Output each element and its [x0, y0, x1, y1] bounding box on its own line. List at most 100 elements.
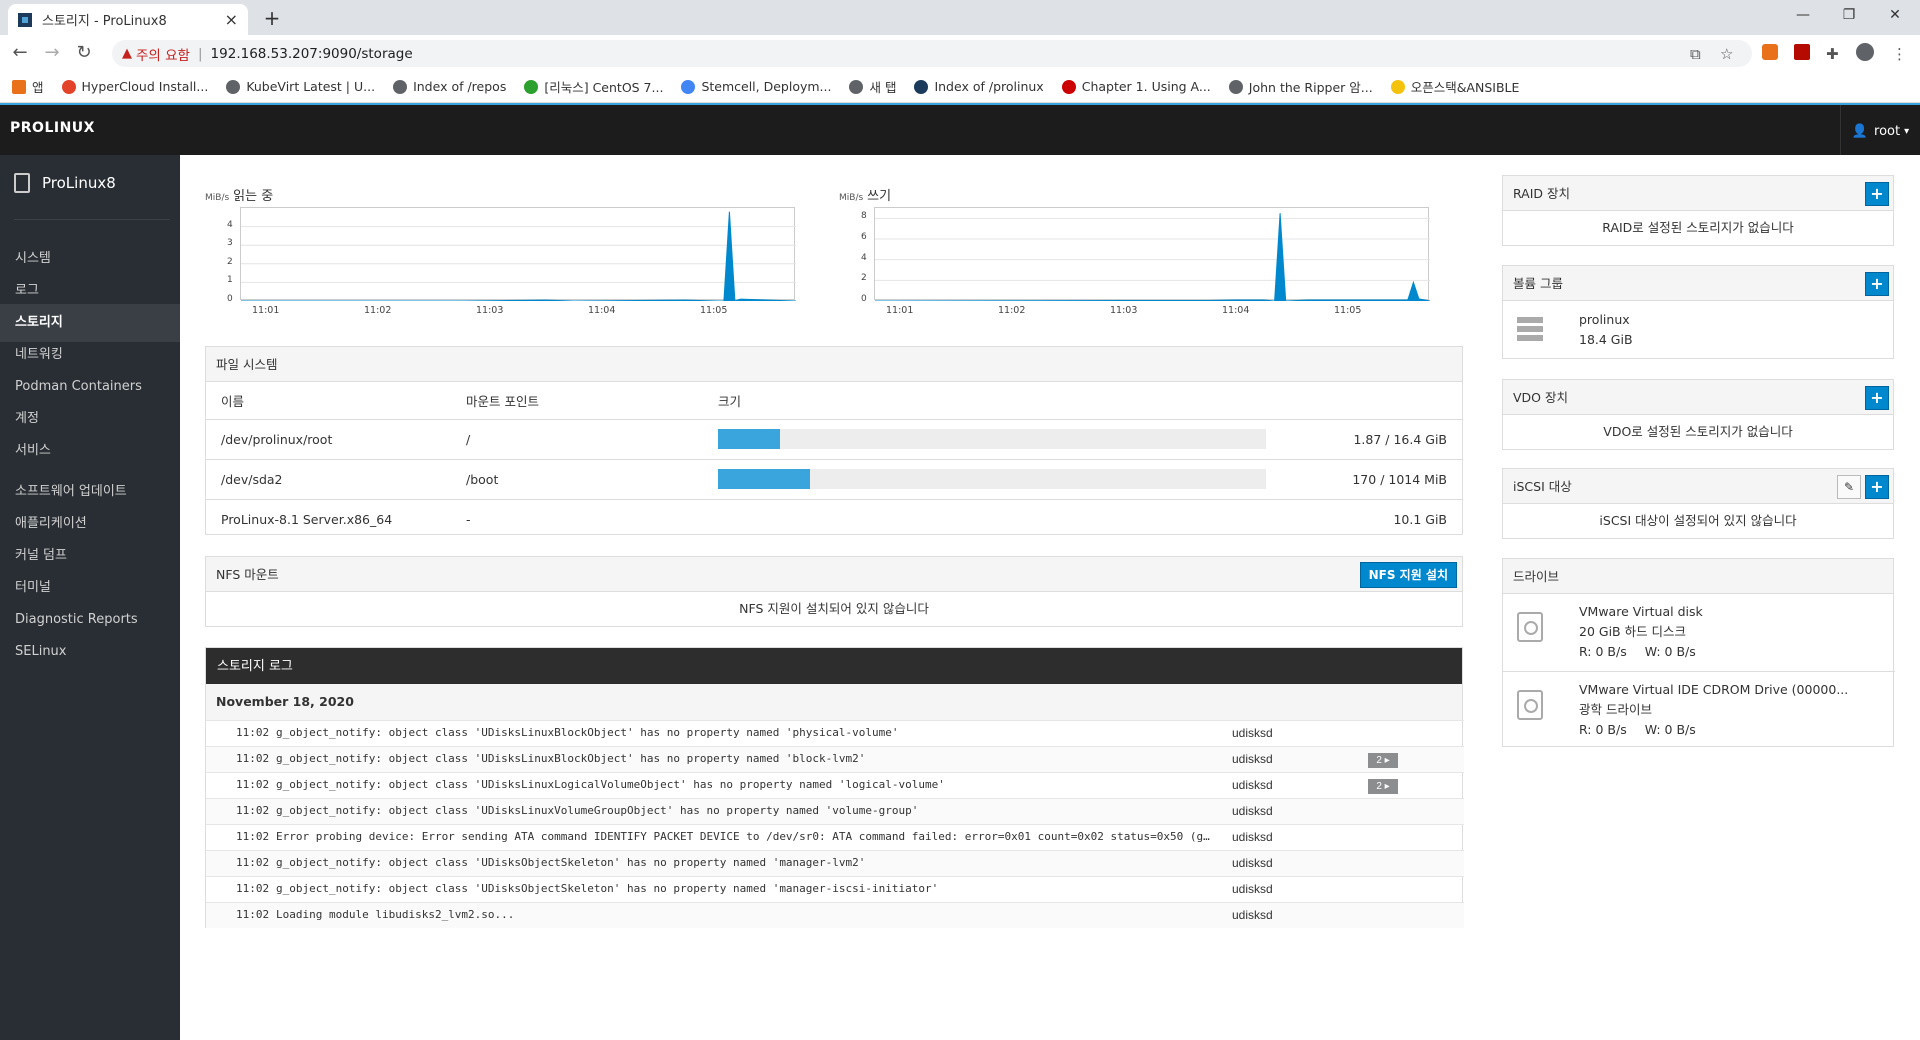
- log-time: 11:02: [236, 804, 270, 817]
- log-source: udisksd: [1232, 882, 1273, 896]
- minimize-icon[interactable]: —: [1780, 0, 1826, 30]
- log-entry[interactable]: 11:02 g_object_notify: object class 'UDis…: [206, 720, 1464, 746]
- filesystems-title: 파일 시스템: [206, 347, 1462, 382]
- log-time: 11:02: [236, 778, 270, 791]
- nfs-install-button[interactable]: NFS 지원 설치: [1359, 562, 1457, 588]
- log-entry[interactable]: 11:02 Loading module libudisks2_lvm2.so..…: [206, 902, 1464, 928]
- bookmark-icon: [1228, 79, 1243, 94]
- window-close-icon[interactable]: ✕: [1872, 0, 1918, 30]
- host-switcher[interactable]: ProLinux8: [14, 173, 116, 193]
- fs-mount: -: [451, 498, 703, 539]
- x-tick-label: 11:04: [1222, 305, 1250, 316]
- volume-stack-icon: [1517, 317, 1543, 341]
- raid-title: RAID 장치: [1513, 186, 1571, 201]
- bookmark-icon: [12, 79, 26, 94]
- chevron-down-icon: ▾: [1904, 125, 1910, 137]
- drives-title: 드라이브: [1503, 559, 1893, 594]
- filesystem-row[interactable]: /dev/prolinux/root/ 1.87 / 16.4 GiB: [206, 418, 1462, 459]
- tab-title: 스토리지 - ProLinux8: [42, 14, 167, 29]
- read-chart: MiB/s 읽는 중 0 1 2 3 4 11:01 11:02 11:03 11:04 11:0…: [205, 185, 805, 325]
- bookmark-item[interactable]: 오픈스택&ANSIBLE: [1390, 77, 1520, 96]
- menu-dots-icon[interactable]: ⋮: [1892, 45, 1907, 63]
- restore-icon[interactable]: ❐: [1826, 0, 1872, 30]
- bookmark-item[interactable]: Index of /repos: [393, 79, 506, 94]
- y-tick-label: 6: [861, 232, 867, 242]
- new-tab-button[interactable]: +: [258, 4, 286, 32]
- reload-icon[interactable]: ↻: [72, 41, 96, 65]
- vg-item[interactable]: prolinux 18.4 GiB: [1503, 301, 1893, 358]
- vg-size: 18.4 GiB: [1579, 332, 1633, 347]
- log-entry[interactable]: 11:02 g_object_notify: object class 'UDis…: [206, 876, 1464, 902]
- drive-item[interactable]: VMware Virtual IDE CDROM Drive (00000...…: [1503, 671, 1895, 747]
- usage-bar: [718, 429, 1266, 449]
- security-warning-label[interactable]: 주의 요함: [136, 44, 190, 64]
- fs-usage-cell: [703, 418, 1328, 459]
- extensions-puzzle-icon[interactable]: ✚: [1826, 45, 1839, 63]
- vdo-title: VDO 장치: [1513, 390, 1568, 405]
- bookmark-item[interactable]: [리눅스] CentOS 7...: [524, 77, 663, 96]
- x-tick-label: 11:03: [1110, 305, 1138, 316]
- bookmark-icon: [226, 79, 241, 94]
- address-input[interactable]: ▲ 주의 요함 | 192.168.53.207:9090/storage: [112, 40, 1752, 67]
- usage-bar-fill: [718, 429, 781, 449]
- bookmark-item[interactable]: Index of /prolinux: [914, 79, 1044, 94]
- filesystem-row[interactable]: /dev/sda2/boot 170 / 1014 MiB: [206, 458, 1462, 499]
- log-entry[interactable]: 11:02 g_object_notify: object class 'UDis…: [206, 772, 1464, 798]
- sidebar-item[interactable]: 서비스: [0, 432, 180, 470]
- log-entry[interactable]: 11:02 g_object_notify: object class 'UDis…: [206, 850, 1464, 876]
- y-tick-label: 3: [227, 238, 233, 249]
- raid-panel: RAID 장치 + RAID로 설정된 스토리지가 없습니다: [1502, 175, 1894, 246]
- add-vdo-button[interactable]: +: [1865, 386, 1889, 410]
- bookmark-item[interactable]: Stemcell, Deploym...: [681, 79, 831, 94]
- bookmark-star-icon[interactable]: ☆: [1720, 45, 1733, 63]
- filesystem-row[interactable]: ProLinux-8.1 Server.x86_64- 10.1 GiB: [206, 498, 1462, 539]
- log-date: November 18, 2020: [206, 684, 1462, 720]
- bookmark-item[interactable]: KubeVirt Latest | U...: [226, 79, 375, 94]
- back-icon[interactable]: ←: [8, 41, 32, 65]
- drive-item[interactable]: VMware Virtual disk 20 GiB 하드 디스크 R: 0 B/s…: [1503, 594, 1895, 670]
- filesystems-panel: 파일 시스템 이름 마운트 포인트 크기 /dev/prolinux/root /…: [205, 346, 1463, 539]
- add-raid-button[interactable]: +: [1865, 182, 1889, 206]
- drive-io: R: 0 B/s W: 0 B/s: [1579, 642, 1703, 662]
- add-iscsi-button[interactable]: +: [1865, 475, 1889, 499]
- fs-usage-cell: [703, 498, 1328, 539]
- log-message: g_object_notify: object class 'UDisksObj…: [276, 882, 939, 895]
- x-tick-label: 11:05: [1334, 305, 1362, 316]
- log-entry[interactable]: 11:02 g_object_notify: object class 'UDis…: [206, 746, 1464, 772]
- chart-series-area: [241, 211, 796, 301]
- main-content: MiB/s 읽는 중 0 1 2 3 4 11:01 11:02 11:03 11:04 11:0…: [180, 155, 1920, 1040]
- browser-tab[interactable]: 스토리지 - ProLinux8 ×: [8, 4, 248, 35]
- bookmark-item[interactable]: 새 탭: [849, 77, 896, 96]
- translate-icon[interactable]: ⧉: [1690, 45, 1701, 63]
- forward-icon[interactable]: →: [40, 41, 64, 65]
- sidebar-item[interactable]: SELinux: [0, 633, 180, 671]
- usage-bar: [718, 469, 1266, 489]
- profile-icon[interactable]: [1856, 43, 1874, 61]
- bookmark-item[interactable]: Chapter 1. Using A...: [1061, 79, 1211, 94]
- y-tick-label: 4: [227, 219, 233, 230]
- log-message: Error probing device: Error sending ATA …: [276, 830, 1216, 843]
- nfs-title: NFS 마운트 NFS 지원 설치: [206, 557, 1462, 592]
- log-repeat-badge[interactable]: 2 ▸: [1368, 753, 1398, 768]
- bookmark-item[interactable]: HyperCloud Install...: [61, 79, 208, 94]
- edit-iscsi-button[interactable]: ✎: [1837, 475, 1861, 499]
- fs-mount: /boot: [451, 458, 703, 499]
- disk-icon: [1517, 612, 1543, 642]
- bookmark-label: 오픈스택&ANSIBLE: [1410, 80, 1520, 95]
- log-repeat-badge[interactable]: 2 ▸: [1368, 779, 1398, 794]
- bookmark-item[interactable]: John the Ripper 암...: [1228, 77, 1373, 96]
- bookmark-item[interactable]: 앱: [12, 77, 44, 96]
- user-menu[interactable]: 👤 root ▾: [1840, 105, 1920, 157]
- tab-close-icon[interactable]: ×: [225, 10, 238, 29]
- vdo-empty-text: VDO로 설정된 스토리지가 없습니다: [1603, 424, 1793, 439]
- pdf-extension-icon[interactable]: [1794, 44, 1810, 60]
- add-volume-group-button[interactable]: +: [1865, 272, 1889, 296]
- host-name: ProLinux8: [42, 174, 116, 192]
- log-entry[interactable]: 11:02 Error probing device: Error sending…: [206, 824, 1464, 850]
- write-chart: MiB/s 쓰기 0 2 4 6 8 11:01 11:02 11:03 11:04 11:05: [839, 185, 1439, 325]
- log-source: udisksd: [1232, 908, 1273, 922]
- write-chart-title: MiB/s 쓰기: [839, 189, 892, 204]
- log-entry[interactable]: 11:02 g_object_notify: object class 'UDis…: [206, 798, 1464, 824]
- extension-icon[interactable]: [1762, 44, 1778, 60]
- log-source: udisksd: [1232, 778, 1273, 792]
